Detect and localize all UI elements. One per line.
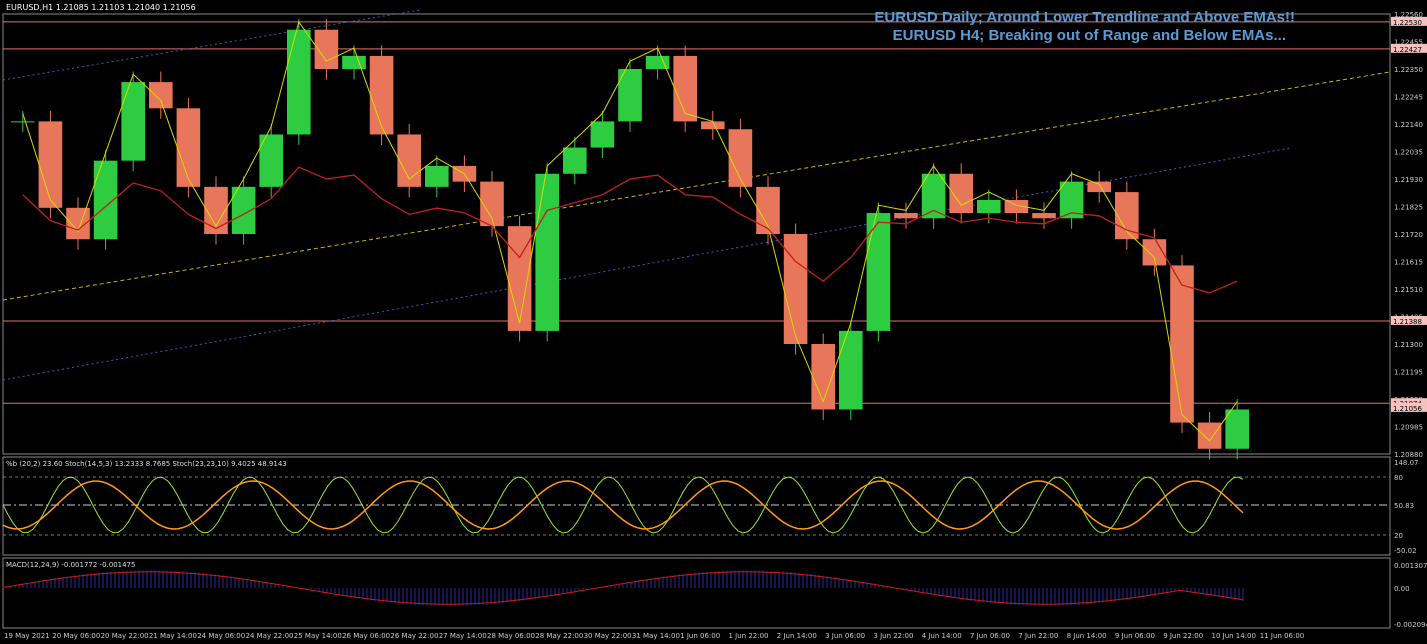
- price-tick: 1.21300: [1394, 341, 1423, 349]
- symbol-header: EURUSD,H1 1.21085 1.21103 1.21040 1.2105…: [6, 3, 196, 12]
- x-tick: 28 May 06:00: [487, 632, 535, 640]
- annotation-h4: EURUSD H4; Breaking out of Range and Bel…: [892, 27, 1286, 44]
- candle-body: [894, 213, 918, 219]
- x-tick: 31 May 14:00: [632, 632, 680, 640]
- x-tick: 7 Jun 06:00: [970, 632, 1010, 640]
- x-tick: 27 May 14:00: [439, 632, 487, 640]
- candle-body: [1225, 409, 1249, 449]
- candle-body: [11, 121, 35, 123]
- x-tick: 20 May 06:00: [52, 632, 100, 640]
- x-tick: 2 Jun 14:00: [777, 632, 817, 640]
- price-tick: 1.22245: [1394, 94, 1423, 102]
- x-tick: 21 May 14:00: [149, 632, 197, 640]
- price-tick: 1.22350: [1394, 66, 1423, 74]
- candle-body: [673, 55, 697, 122]
- annotation-daily: EURUSD Daily; Around Lower Trendline and…: [874, 9, 1295, 26]
- x-tick: 11 Jun 06:00: [1260, 632, 1304, 640]
- price-tick: 1.21720: [1394, 231, 1423, 239]
- x-tick: 28 May 22:00: [535, 632, 583, 640]
- price-tick: 1.20985: [1394, 424, 1423, 432]
- candle-body: [535, 173, 559, 331]
- candle-body: [783, 234, 808, 344]
- candle-body: [1170, 265, 1194, 423]
- candle-body: [287, 29, 311, 135]
- macd-label: MACD(12,24,9) -0.001772 -0.001475: [6, 561, 135, 569]
- osc-tick: 50.83: [1394, 502, 1414, 510]
- candle-body: [563, 147, 587, 174]
- candle-body: [866, 213, 891, 331]
- candle-body: [1087, 181, 1111, 193]
- x-tick: 10 Jun 14:00: [1212, 632, 1256, 640]
- x-tick: 1 Jun 06:00: [680, 632, 720, 640]
- price-box-label: 1.22530: [1393, 19, 1422, 27]
- price-tick: 1.21930: [1394, 176, 1423, 184]
- price-box-label: 1.22427: [1393, 46, 1422, 54]
- price-tick: 1.21825: [1394, 204, 1423, 212]
- candle-body: [701, 121, 725, 130]
- x-tick: 9 Jun 22:00: [1163, 632, 1203, 640]
- candle-body: [977, 199, 1001, 214]
- osc-tick: 20: [1394, 532, 1403, 540]
- x-tick: 4 Jun 14:00: [922, 632, 962, 640]
- x-tick: 30 May 22:00: [584, 632, 632, 640]
- x-tick: 1 Jun 22:00: [729, 632, 769, 640]
- osc-tick: 148.07: [1394, 459, 1419, 467]
- candle-body: [839, 330, 863, 410]
- candle-body: [1197, 422, 1222, 449]
- macd-frame: [2, 557, 1391, 629]
- x-tick: 7 Jun 22:00: [1018, 632, 1058, 640]
- macd-tick: 0.001307: [1394, 562, 1427, 570]
- x-tick: 3 Jun 22:00: [873, 632, 913, 640]
- candle-body: [342, 55, 366, 69]
- price-tick: 1.21615: [1394, 259, 1423, 267]
- candle-body: [425, 165, 449, 187]
- x-tick: 8 Jun 14:00: [1067, 632, 1107, 640]
- price-tick: 1.20880: [1394, 451, 1423, 459]
- channel-upper: [2, 9, 421, 81]
- osc-frame: [2, 456, 1391, 556]
- x-tick: 3 Jun 06:00: [825, 632, 865, 640]
- osc-tick: -50.02: [1394, 547, 1417, 555]
- x-tick: 26 May 06:00: [342, 632, 390, 640]
- macd-tick: -0.002094: [1394, 621, 1427, 629]
- price-chart: 1.225601.224551.223501.222451.221401.220…: [2, 9, 1427, 640]
- candle-body: [590, 121, 615, 148]
- candle-body: [369, 55, 394, 135]
- osc-label: %b (20,2) 23.60 Stoch(14,5,3) 13.2333 8.…: [6, 460, 287, 468]
- price-tick: 1.21510: [1394, 286, 1423, 294]
- macd-signal: [2, 571, 1244, 605]
- x-tick: 20 May 22:00: [101, 632, 149, 640]
- macd-tick: 0.00: [1394, 585, 1410, 593]
- price-box-label: 1.21388: [1393, 318, 1422, 326]
- candle-body: [1032, 213, 1056, 219]
- candle-body: [921, 173, 946, 219]
- x-tick: 26 May 22:00: [390, 632, 438, 640]
- price-tick: 1.22035: [1394, 149, 1423, 157]
- candle-body: [176, 108, 201, 187]
- x-tick: 19 May 2021: [4, 632, 50, 640]
- candle-body: [149, 82, 173, 109]
- x-tick: 24 May 22:00: [246, 632, 294, 640]
- x-tick: 24 May 06:00: [197, 632, 245, 640]
- candle-body: [38, 121, 63, 208]
- candle-body: [121, 82, 145, 161]
- price-tick: 1.22140: [1394, 121, 1423, 129]
- osc-tick: 80: [1394, 474, 1403, 482]
- x-tick: 9 Jun 06:00: [1115, 632, 1155, 640]
- price-box-label: 1.21056: [1393, 405, 1422, 413]
- x-tick: 25 May 14:00: [294, 632, 342, 640]
- price-tick: 1.21195: [1394, 369, 1423, 377]
